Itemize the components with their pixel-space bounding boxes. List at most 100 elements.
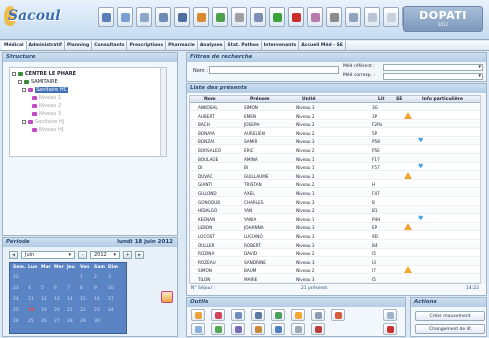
tree-node[interactable]: Niveau 2 (32, 103, 61, 109)
calendar-day[interactable]: 23 (94, 308, 100, 313)
calendar-day[interactable]: 11 (28, 297, 34, 302)
tree-node[interactable]: CENTRE LE PHARE (12, 71, 76, 77)
tree-node[interactable]: SAMITAIRE (18, 79, 58, 85)
stethoscope-button[interactable] (231, 309, 245, 321)
calendar-button[interactable] (271, 309, 285, 321)
table-row[interactable]: GILLOND AXEL Niveau 1 F47 (190, 190, 480, 197)
image-button[interactable] (307, 7, 323, 27)
chart-button[interactable] (345, 7, 361, 27)
calendar-day[interactable]: 18 (28, 308, 34, 313)
check-button[interactable] (269, 7, 285, 27)
calendar-day[interactable]: 27 (54, 319, 60, 324)
tree-node[interactable]: Sanitaire HJ (22, 119, 64, 125)
table-row[interactable]: BORSALEO ERIC Niveau 2 P5E (190, 147, 480, 154)
nom-input[interactable] (209, 66, 339, 74)
year-select[interactable]: 2012 ▾ (90, 250, 120, 259)
edit-button[interactable] (98, 7, 114, 27)
settings-button[interactable] (291, 323, 305, 335)
menu-item[interactable]: Médical (2, 41, 27, 50)
table-row[interactable]: BOULAGE AMINA Niveau 1 F17 (190, 155, 480, 163)
menu-item[interactable]: Pharmacie (166, 41, 198, 50)
column-header[interactable]: SE (396, 97, 402, 102)
expand-toggle-icon[interactable] (22, 120, 26, 124)
table-row[interactable]: OULLER ROBERT Niveau 3 B4 (190, 241, 480, 249)
calendar-day[interactable]: 7 (67, 286, 70, 291)
column-header[interactable]: Prénom (250, 97, 270, 102)
alert-button[interactable] (291, 309, 305, 321)
user-card-button[interactable] (271, 323, 285, 335)
clipboard-button[interactable] (251, 323, 265, 335)
archive-button[interactable] (326, 7, 342, 27)
table-row[interactable]: BONZAI SAMIR Niveau 3 P58 ♥ (190, 138, 480, 146)
pencil-button[interactable] (117, 7, 133, 27)
table-row[interactable]: ROZINA DAVID Niveau 2 I5 (190, 250, 480, 258)
tree-node[interactable]: Niveau HJ (32, 127, 63, 133)
calendar-day[interactable]: 25 (28, 319, 34, 324)
table-row[interactable]: SIMON BAUM Niveau 2 I7 (190, 266, 480, 275)
bed-change-button[interactable]: Changement de lit (415, 324, 485, 334)
table-row[interactable]: GONODUB CHARLES Niveau 3 B (190, 199, 480, 206)
menu-item[interactable]: Stat. Pathos (225, 41, 262, 50)
mail-button[interactable] (331, 309, 345, 321)
calendar-day[interactable]: 3 (108, 275, 111, 280)
calendar-day[interactable]: 10 (108, 286, 114, 291)
chart-green-button[interactable] (211, 323, 225, 335)
list-scrollbar[interactable] (480, 95, 486, 284)
table-row[interactable]: ANKOSAL SIMON Niveau 3 3G (190, 104, 480, 111)
expand-toggle-icon[interactable] (22, 88, 26, 92)
table-row[interactable]: BACH JOSEPH Niveau 2 F2Pa (190, 121, 480, 129)
pen-button[interactable] (211, 309, 225, 321)
menu-item[interactable]: Accueil Méd - SE (299, 41, 346, 50)
calendar-day[interactable]: 2 (94, 275, 97, 280)
table-row[interactable]: ROZEAU SANDRINE Niveau 3 I3 (190, 258, 480, 266)
calendar-day[interactable]: 12 (41, 297, 47, 302)
corresp-select[interactable] (383, 73, 483, 80)
menu-item[interactable]: Administratif (27, 41, 65, 50)
table-row[interactable]: HIDALGO YAN Niveau 2 B1 (190, 207, 480, 215)
menu-item[interactable]: Planning (65, 41, 93, 50)
menu-item[interactable]: Intervenants (262, 41, 300, 50)
calendar-day[interactable]: 9 (94, 286, 97, 291)
calendar-day[interactable]: 5 (41, 286, 44, 291)
calendar-day[interactable]: 21 (67, 308, 73, 313)
tools-extra-button[interactable] (383, 309, 397, 321)
people-button[interactable] (193, 7, 209, 27)
column-header[interactable]: Info particulière (422, 97, 463, 102)
column-header[interactable]: Unité (302, 97, 316, 102)
table-row[interactable]: DUVAC GUILLAUME Niveau 2 (190, 171, 480, 180)
door-button[interactable] (288, 7, 304, 27)
brush-button[interactable] (231, 7, 247, 27)
table-row[interactable]: DI BI Niveau 1 F57 ♥ (190, 164, 480, 172)
tree-node[interactable]: Sanitaire HC (22, 87, 69, 93)
tree-node[interactable]: Niveau 1 (32, 95, 61, 101)
calendar-day[interactable]: 28 (67, 319, 73, 324)
column-header[interactable]: Lit (378, 97, 385, 102)
folder-button[interactable] (191, 323, 205, 335)
save-button[interactable] (155, 7, 171, 27)
calendar-today-button[interactable] (161, 291, 173, 303)
next-year-button[interactable]: + (123, 250, 132, 259)
tree-node[interactable]: Niveau 3 (32, 111, 61, 117)
tree-scrollbar[interactable] (160, 68, 166, 156)
calendar-day[interactable]: 14 (67, 297, 73, 302)
table-row[interactable]: TILON MARIE Niveau 3 I5 (190, 276, 480, 283)
book-button[interactable] (231, 323, 245, 335)
calendar-day[interactable]: 6 (54, 286, 57, 291)
printer-button[interactable] (251, 309, 265, 321)
calendar-day[interactable]: 15 (80, 297, 86, 302)
next-month-button[interactable]: ▸ (135, 250, 144, 259)
calendar-day[interactable]: 22 (80, 308, 86, 313)
calendar-day[interactable]: 30 (94, 319, 100, 324)
tools-exit-button[interactable] (383, 323, 397, 335)
prev-month-button[interactable]: ◂ (9, 250, 18, 259)
prev-year-button[interactable]: - (78, 250, 87, 259)
table-row[interactable]: GIANTI TRISTAN Niveau 2 H (190, 181, 480, 189)
page-button[interactable] (383, 7, 399, 27)
grid-button[interactable] (136, 7, 152, 27)
menu-item[interactable]: Consultants (92, 41, 128, 50)
stamp-button[interactable] (250, 7, 266, 27)
expand-toggle-icon[interactable] (18, 80, 22, 84)
calendar-day[interactable]: 8 (80, 286, 83, 291)
table-row[interactable]: AUBERT EMEN Niveau 2 3P (190, 111, 480, 120)
expand-toggle-icon[interactable] (12, 72, 16, 76)
